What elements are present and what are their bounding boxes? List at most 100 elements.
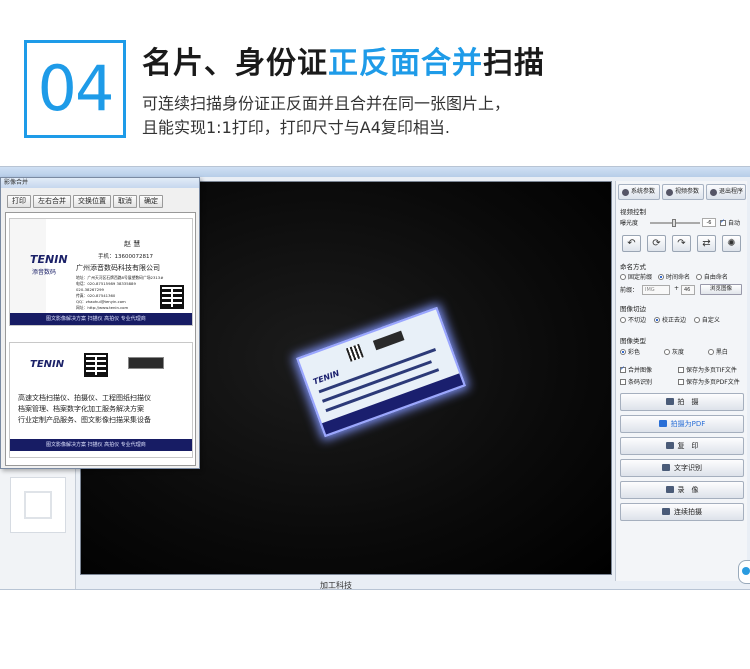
video-settings-button[interactable]: 视频参数 (662, 184, 704, 200)
merge-window[interactable]: 影像合并 打印 左右合并 交换位置 取消 确定 TENIN 添音数码 赵 慧 手机：13… (0, 177, 200, 469)
exposure-slider[interactable] (650, 219, 700, 227)
exposure-value[interactable]: -6 (702, 218, 716, 227)
naming-free-radio[interactable]: 自由命名 (695, 274, 728, 281)
flip-icon[interactable]: ⇄ (697, 235, 716, 252)
card-back-line-1: 高速文档扫描仪、拍摄仪、工程图纸扫描仪 (18, 394, 151, 402)
step-number: 04 (37, 52, 115, 125)
plus-icon: + (674, 285, 680, 292)
card-mobile: 手机：13600072817 (98, 254, 153, 260)
crop-none-radio[interactable]: 不切边 (620, 317, 646, 324)
live-card-qr-icon (345, 343, 364, 362)
title-highlight: 正反面合并 (328, 46, 483, 81)
ok-button[interactable]: 确定 (139, 195, 163, 208)
side-scroll-tab[interactable] (738, 560, 750, 584)
copy-icon (665, 442, 674, 449)
exposure-row: 曝光度 -6 自动 (620, 218, 744, 228)
description: 可连续扫描身份证正反面并且合并在同一张图片上， 且能实现1:1打印，打印尺寸与A… (142, 92, 510, 140)
card-tel2: 020-38267299 (76, 287, 104, 292)
card-name: 赵 慧 (124, 240, 141, 248)
capture-pdf-button[interactable]: 拍摄为PDF (620, 415, 744, 433)
record-button[interactable]: 录 像 (620, 481, 744, 499)
naming-options: 固定前缀 时间命名 自由命名 (620, 272, 728, 281)
desc-line-2: 且能实现1:1打印，打印尺寸与A4复印相当. (142, 118, 450, 137)
merge-lr-button[interactable]: 左右合并 (33, 195, 71, 208)
card-back-logo: TENIN (30, 359, 65, 370)
exposure-slider-knob[interactable] (672, 219, 676, 227)
auto-checkbox[interactable]: 自动 (720, 218, 740, 227)
naming-time-radio[interactable]: 时间命名 (657, 274, 690, 281)
title-end: 扫描 (483, 46, 545, 81)
status-text: 加工科技 (320, 581, 352, 590)
card-company: 广州添音数码科技有限公司 (76, 264, 160, 272)
prefix-row: 前缀： IMG + 46 浏览图像 (620, 284, 744, 297)
card-front-qr-icon (160, 285, 184, 309)
card-front-logo-sub: 添音数码 (32, 269, 57, 276)
print-button[interactable]: 打印 (7, 195, 31, 208)
card-back-qr-icon (84, 353, 108, 377)
control-panel: 系统参数 视频参数 退出程序 视频控制 曝光度 -6 自动 ↶ ⟳ ↷ ⇄ ✺ … (615, 181, 747, 581)
video-control-label: 视频控制 (620, 208, 646, 216)
image-placeholder-icon (24, 491, 52, 519)
card-front: TENIN 添音数码 赵 慧 手机：13600072817 广州添音数码科技有限… (9, 218, 193, 326)
continuous-capture-button[interactable]: 连续拍摄 (620, 503, 744, 521)
save-pdf-checkbox[interactable]: 保存为多页PDF文件 (678, 377, 740, 386)
merge-window-toolbar: 打印 左右合并 交换位置 取消 确定 (7, 195, 165, 208)
crop-custom-radio[interactable]: 自定义 (693, 317, 720, 324)
image-type-options: 彩色 灰度 黑白 (620, 347, 728, 356)
card-front-bar: 图文影像解决方案 扫描仪 高拍仪 专业代理商 (10, 313, 192, 325)
camera-icon (662, 508, 670, 515)
desc-line-1: 可连续扫描身份证正反面并且合并在同一张图片上， (142, 94, 511, 113)
swap-button[interactable]: 交换位置 (73, 195, 111, 208)
rotate-left-icon[interactable]: ↶ (622, 235, 641, 252)
tool-buttons: ↶ ⟳ ↷ ⇄ ✺ (620, 235, 744, 253)
exposure-label: 曝光度 (620, 220, 639, 227)
app-title-bar (0, 167, 750, 177)
counter-input[interactable]: 46 (681, 285, 695, 295)
video-icon (665, 486, 674, 493)
barcode-checkbox[interactable]: 条码识别 (620, 377, 652, 386)
merged-image: TENIN 添音数码 赵 慧 手机：13600072817 广州添音数码科技有限… (5, 212, 196, 466)
system-settings-button[interactable]: 系统参数 (618, 184, 660, 200)
exit-button[interactable]: 退出程序 (706, 184, 746, 200)
card-web: 网址：http://www.tenin.com (76, 305, 129, 310)
card-back-line-3: 行业定制产品服务、图文影像扫描采集设备 (18, 416, 151, 424)
title-plain: 名片、身份证 (142, 46, 328, 81)
save-tif-checkbox[interactable]: 保存为多页TIF文件 (678, 365, 737, 374)
crop-label: 图像切边 (620, 305, 646, 313)
card-back: TENIN 高速文档扫描仪、拍摄仪、工程图纸扫描仪 档案管理、档案数字化加工服务… (9, 342, 193, 458)
cancel-button[interactable]: 取消 (113, 195, 137, 208)
live-card-tag (372, 330, 405, 351)
crop-correct-radio[interactable]: 校正去边 (653, 317, 686, 324)
page: 04 名片、身份证正反面合并扫描 可连续扫描身份证正反面并且合并在同一张图片上，… (0, 0, 750, 669)
copy-button[interactable]: 复 印 (620, 437, 744, 455)
gear-icon (666, 189, 673, 196)
rotate-icon[interactable]: ⟳ (647, 235, 666, 252)
gear-icon (622, 189, 629, 196)
brightness-icon[interactable]: ✺ (722, 235, 741, 252)
image-type-label: 图像类型 (620, 337, 646, 345)
naming-fixed-radio[interactable]: 固定前缀 (620, 274, 652, 281)
browse-images-button[interactable]: 浏览图像 (700, 284, 742, 295)
color-radio[interactable]: 彩色 (620, 349, 640, 356)
crop-options: 不切边 校正去边 自定义 (620, 315, 720, 324)
capture-button[interactable]: 拍 摄 (620, 393, 744, 411)
bw-radio[interactable]: 黑白 (707, 349, 728, 356)
prefix-input[interactable]: IMG (642, 285, 670, 295)
card-back-tag (128, 357, 164, 369)
pdf-icon (658, 420, 667, 427)
prefix-label: 前缀： (620, 287, 639, 294)
rotate-right-icon[interactable]: ↷ (672, 235, 691, 252)
card-front-logo: TENIN (30, 253, 68, 266)
page-title: 名片、身份证正反面合并扫描 (142, 44, 545, 84)
merge-image-checkbox[interactable]: 合并图像 (620, 365, 652, 374)
gray-radio[interactable]: 灰度 (663, 349, 684, 356)
card-back-line-2: 档案管理、档案数字化加工服务解决方案 (18, 405, 144, 413)
ocr-button[interactable]: 文字识别 (620, 459, 744, 477)
camera-icon (665, 398, 674, 405)
card-back-bar: 图文影像解决方案 扫描仪 高拍仪 专业代理商 (10, 439, 192, 451)
exit-icon (710, 189, 717, 196)
live-business-card: TENIN (296, 306, 466, 438)
step-number-box: 04 (24, 40, 126, 138)
text-icon (662, 464, 670, 471)
app-screenshot: TENIN 加工科技 影像合并 打印左右合并交换位置取消确定 TENIN (0, 166, 750, 590)
